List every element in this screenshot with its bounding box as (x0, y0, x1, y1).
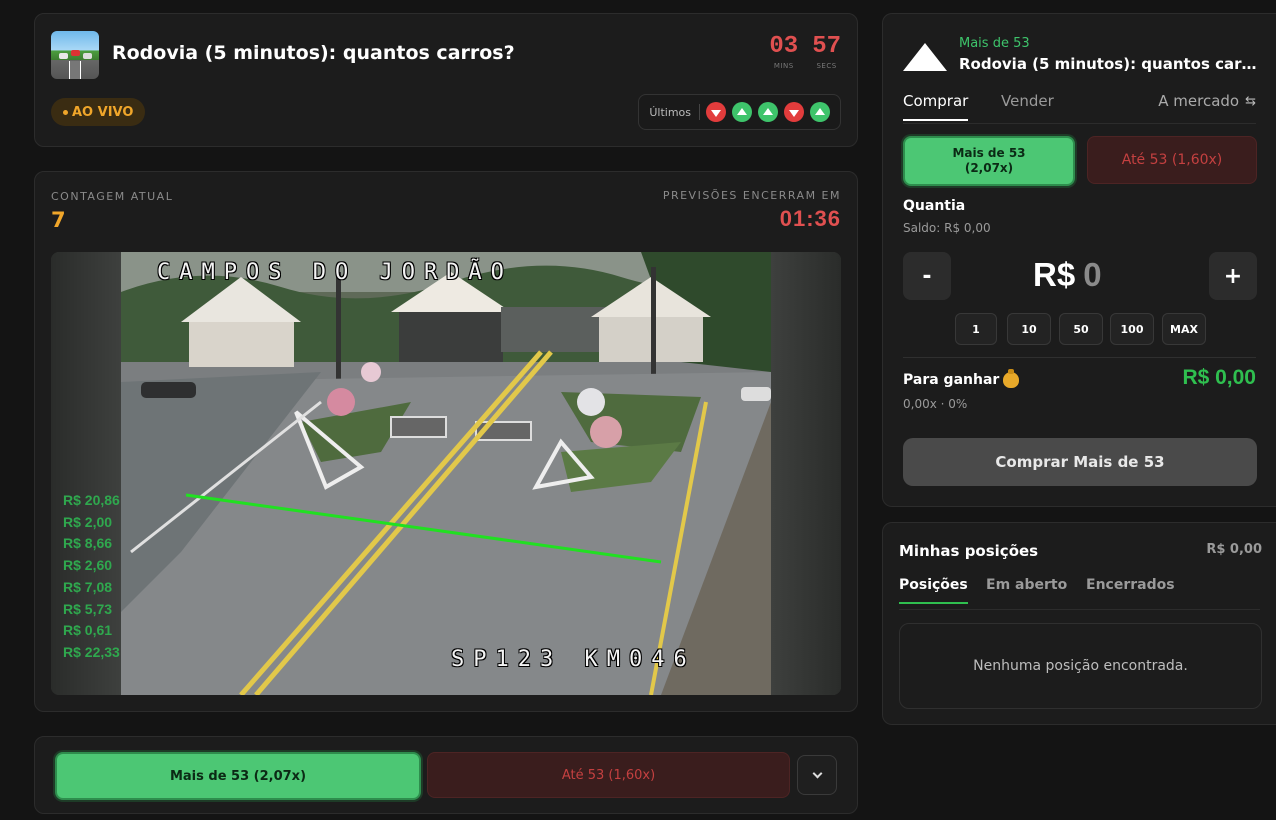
to-win-text: Para ganhar (903, 372, 1000, 388)
result-up-icon (758, 102, 778, 122)
amount-currency: R$ (1033, 256, 1076, 293)
tab-open[interactable]: Em aberto (986, 577, 1067, 602)
empty-positions-message: Nenhuma posição encontrada. (899, 623, 1262, 709)
tab-positions[interactable]: Posições (899, 577, 968, 604)
market-title: Rodovia (5 minutos): quantos carros? (112, 42, 515, 64)
quick-amount-1[interactable]: 1 (955, 313, 997, 345)
quick-amount-max[interactable]: MAX (1162, 313, 1206, 345)
order-type-label: A mercado (1158, 92, 1240, 110)
decrease-button[interactable]: - (903, 252, 951, 300)
expand-button[interactable] (797, 755, 837, 795)
option-under-button[interactable]: Até 53 (1,60x) (1087, 136, 1257, 184)
positions-title: Minhas posições (899, 542, 1039, 560)
odds-value: R$ 8,66 (63, 535, 113, 552)
predictions-close-label: PREVISÕES ENCERRAM EM (662, 189, 841, 202)
timer-minutes: 03 (769, 33, 799, 60)
divider (903, 357, 1256, 358)
quick-bet-bar: Mais de 53 (2,07x) Até 53 (1,60x) (34, 736, 858, 814)
selected-outcome: Mais de 53 (959, 36, 1030, 51)
live-label: AO VIVO (72, 104, 134, 120)
positions-panel: Minhas posições R$ 0,00 Posições Em aber… (882, 522, 1276, 725)
trade-panel: Mais de 53 Rodovia (5 minutos): quantos … (882, 13, 1276, 507)
positions-tabs: Posições Em aberto Encerrados (899, 577, 1260, 610)
order-type-toggle[interactable]: A mercado ⇆ (1158, 92, 1256, 110)
odds-value: R$ 20,86 (63, 492, 120, 508)
result-up-icon (732, 102, 752, 122)
quick-amount-50[interactable]: 50 (1059, 313, 1103, 345)
recent-results: Últimos (638, 94, 841, 130)
timer-minutes-label: MINS (773, 62, 794, 70)
option-over-odds: (2,07x) (964, 161, 1014, 175)
positions-total: R$ 0,00 (1206, 542, 1262, 557)
increase-button[interactable]: + (1209, 252, 1257, 300)
camera-video[interactable]: CAMPOS DO JORDÃO SP123 KM046 R$ 20,86 R$… (51, 252, 841, 695)
balance-text: Saldo: R$ 0,00 (903, 221, 991, 235)
timer-seconds: 57 (812, 33, 841, 60)
to-win-label: Para ganhar (903, 369, 1020, 388)
odds-overlay: R$ 20,86 R$ 2,00 R$ 8,66 R$ 2,60 R$ 7,08… (63, 490, 120, 664)
result-down-icon (784, 102, 804, 122)
tab-closed[interactable]: Encerrados (1086, 577, 1175, 602)
live-dot-icon (63, 109, 68, 115)
market-header-card: Rodovia (5 minutos): quantos carros? 03 … (34, 13, 858, 147)
countdown-timer: 03 MINS 57 SECS (769, 33, 841, 71)
camera-location-caption: CAMPOS DO JORDÃO (157, 260, 513, 285)
swap-icon: ⇆ (1245, 93, 1256, 109)
odds-value: R$ 22,33 (63, 643, 120, 660)
live-badge: AO VIVO (51, 98, 146, 126)
bet-under-button[interactable]: Até 53 (1,60x) (427, 752, 790, 798)
result-up-icon (810, 102, 830, 122)
traffic-scene (121, 252, 771, 695)
odds-value: R$ 0,61 (63, 622, 113, 639)
predictions-close-timer: 01:36 (779, 206, 841, 231)
to-win-value: R$ 0,00 (1182, 366, 1256, 389)
amount-value: 0 (1083, 256, 1102, 293)
camera-frame: CAMPOS DO JORDÃO SP123 KM046 (121, 252, 771, 695)
trade-market-title: Rodovia (5 minutos): quantos carros? (959, 55, 1259, 73)
buy-button[interactable]: Comprar Mais de 53 (903, 438, 1257, 486)
current-count-value: 7 (51, 208, 66, 232)
chevron-down-icon (812, 768, 822, 779)
highway-thumbnail-icon (51, 31, 99, 79)
camera-id-caption: SP123 KM046 (451, 647, 696, 672)
tab-buy[interactable]: Comprar (903, 92, 969, 121)
trade-tabs: Comprar Vender A mercado ⇆ (903, 92, 1256, 124)
quick-amount-100[interactable]: 100 (1110, 313, 1154, 345)
to-win-multiplier: 0,00x · 0% (903, 397, 968, 411)
odds-value: R$ 5,73 (63, 600, 113, 617)
odds-value: R$ 2,00 (63, 513, 113, 530)
amount-input[interactable]: R$ 0 (1033, 256, 1102, 294)
option-over-button[interactable]: Mais de 53 (2,07x) (903, 136, 1075, 186)
quick-amount-10[interactable]: 10 (1007, 313, 1051, 345)
bet-over-button[interactable]: Mais de 53 (2,07x) (55, 752, 421, 800)
live-stream-card: CONTAGEM ATUAL 7 PREVISÕES ENCERRAM EM 0… (34, 171, 858, 712)
result-down-icon (706, 102, 726, 122)
current-count-label: CONTAGEM ATUAL (51, 190, 174, 203)
triangle-up-icon (903, 43, 947, 71)
recent-results-label: Últimos (649, 105, 691, 119)
option-over-label: Mais de 53 (952, 146, 1026, 160)
timer-seconds-label: SECS (816, 62, 837, 70)
money-bag-icon (1003, 369, 1020, 388)
quantity-label: Quantia (903, 198, 966, 214)
tab-sell[interactable]: Vender (1001, 92, 1054, 119)
odds-value: R$ 2,60 (63, 557, 113, 574)
odds-value: R$ 7,08 (63, 578, 113, 595)
